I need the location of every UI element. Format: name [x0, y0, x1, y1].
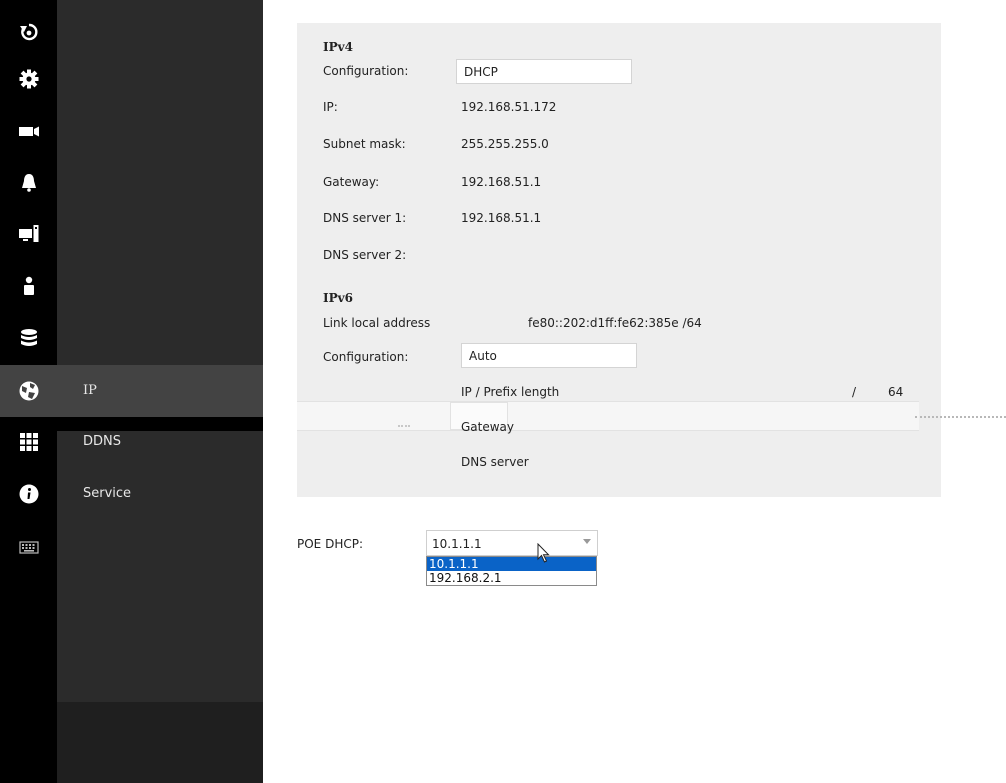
prefix-separator: / — [852, 385, 857, 399]
ip-value: 192.168.51.172 — [461, 100, 557, 114]
poe-dhcp-option[interactable]: 192.168.2.1 — [427, 571, 596, 585]
ipv4-configuration-label: Configuration: — [323, 64, 409, 78]
poe-dhcp-select[interactable]: 10.1.1.1 — [426, 530, 598, 556]
subnet-mask-label: Subnet mask: — [323, 137, 406, 151]
ghost-dots — [915, 416, 1006, 422]
link-local-label: Link local address — [323, 316, 431, 330]
poe-dhcp-selected: 10.1.1.1 — [432, 537, 482, 551]
prefix-length-value: 64 — [888, 385, 904, 399]
bell-icon[interactable] — [0, 156, 57, 208]
submenu-item-ddns[interactable]: DDNS — [83, 434, 121, 449]
keyboard-icon[interactable] — [0, 521, 57, 573]
ipv4-heading: IPv4 — [323, 40, 353, 54]
ipv6-heading: IPv6 — [323, 291, 353, 305]
subnet-mask-value: 255.255.255.0 — [461, 137, 549, 151]
dns-server-2-label: DNS server 2: — [323, 248, 407, 262]
ghost-row — [297, 401, 919, 431]
ghost-dots-left — [398, 425, 410, 429]
dns-server-1-label: DNS server 1: — [323, 211, 407, 225]
network-icon-active[interactable] — [0, 365, 57, 417]
ip-label: IP: — [323, 100, 338, 114]
poe-dhcp-options: 10.1.1.1 192.168.2.1 — [426, 556, 597, 586]
mouse-cursor-icon — [537, 542, 551, 567]
gateway-label: Gateway: — [323, 175, 380, 189]
ipv6-configuration-field[interactable]: Auto — [461, 343, 637, 368]
submenu-item-service[interactable]: Service — [83, 486, 131, 501]
dns-server-1-value: 192.168.51.1 — [461, 211, 542, 225]
ip-prefix-length-label: IP / Prefix length — [461, 385, 560, 399]
ipv6-configuration-label: Configuration: — [323, 350, 409, 364]
ipv6-dns-server-label: DNS server — [461, 455, 529, 469]
poe-dhcp-label: POE DHCP: — [297, 537, 363, 551]
submenu-footer — [57, 702, 263, 783]
ipv4-configuration-field[interactable]: DHCP — [456, 59, 632, 84]
home-back-icon[interactable] — [0, 6, 57, 58]
menu-divider — [0, 417, 263, 431]
chevron-down-icon — [583, 539, 591, 544]
camera-icon[interactable] — [0, 105, 57, 157]
storage-icon[interactable] — [0, 312, 57, 364]
link-local-value: fe80::202:d1ff:fe62:385e /64 — [528, 316, 702, 330]
poe-dhcp-option[interactable]: 10.1.1.1 — [427, 557, 596, 571]
gear-icon[interactable] — [0, 53, 57, 105]
submenu-item-ip[interactable]: IP — [83, 383, 97, 398]
user-icon[interactable] — [0, 260, 57, 312]
info-icon[interactable] — [0, 468, 57, 520]
display-icon[interactable] — [0, 208, 57, 260]
ipv6-gateway-label: Gateway — [461, 420, 515, 434]
gateway-value: 192.168.51.1 — [461, 175, 542, 189]
